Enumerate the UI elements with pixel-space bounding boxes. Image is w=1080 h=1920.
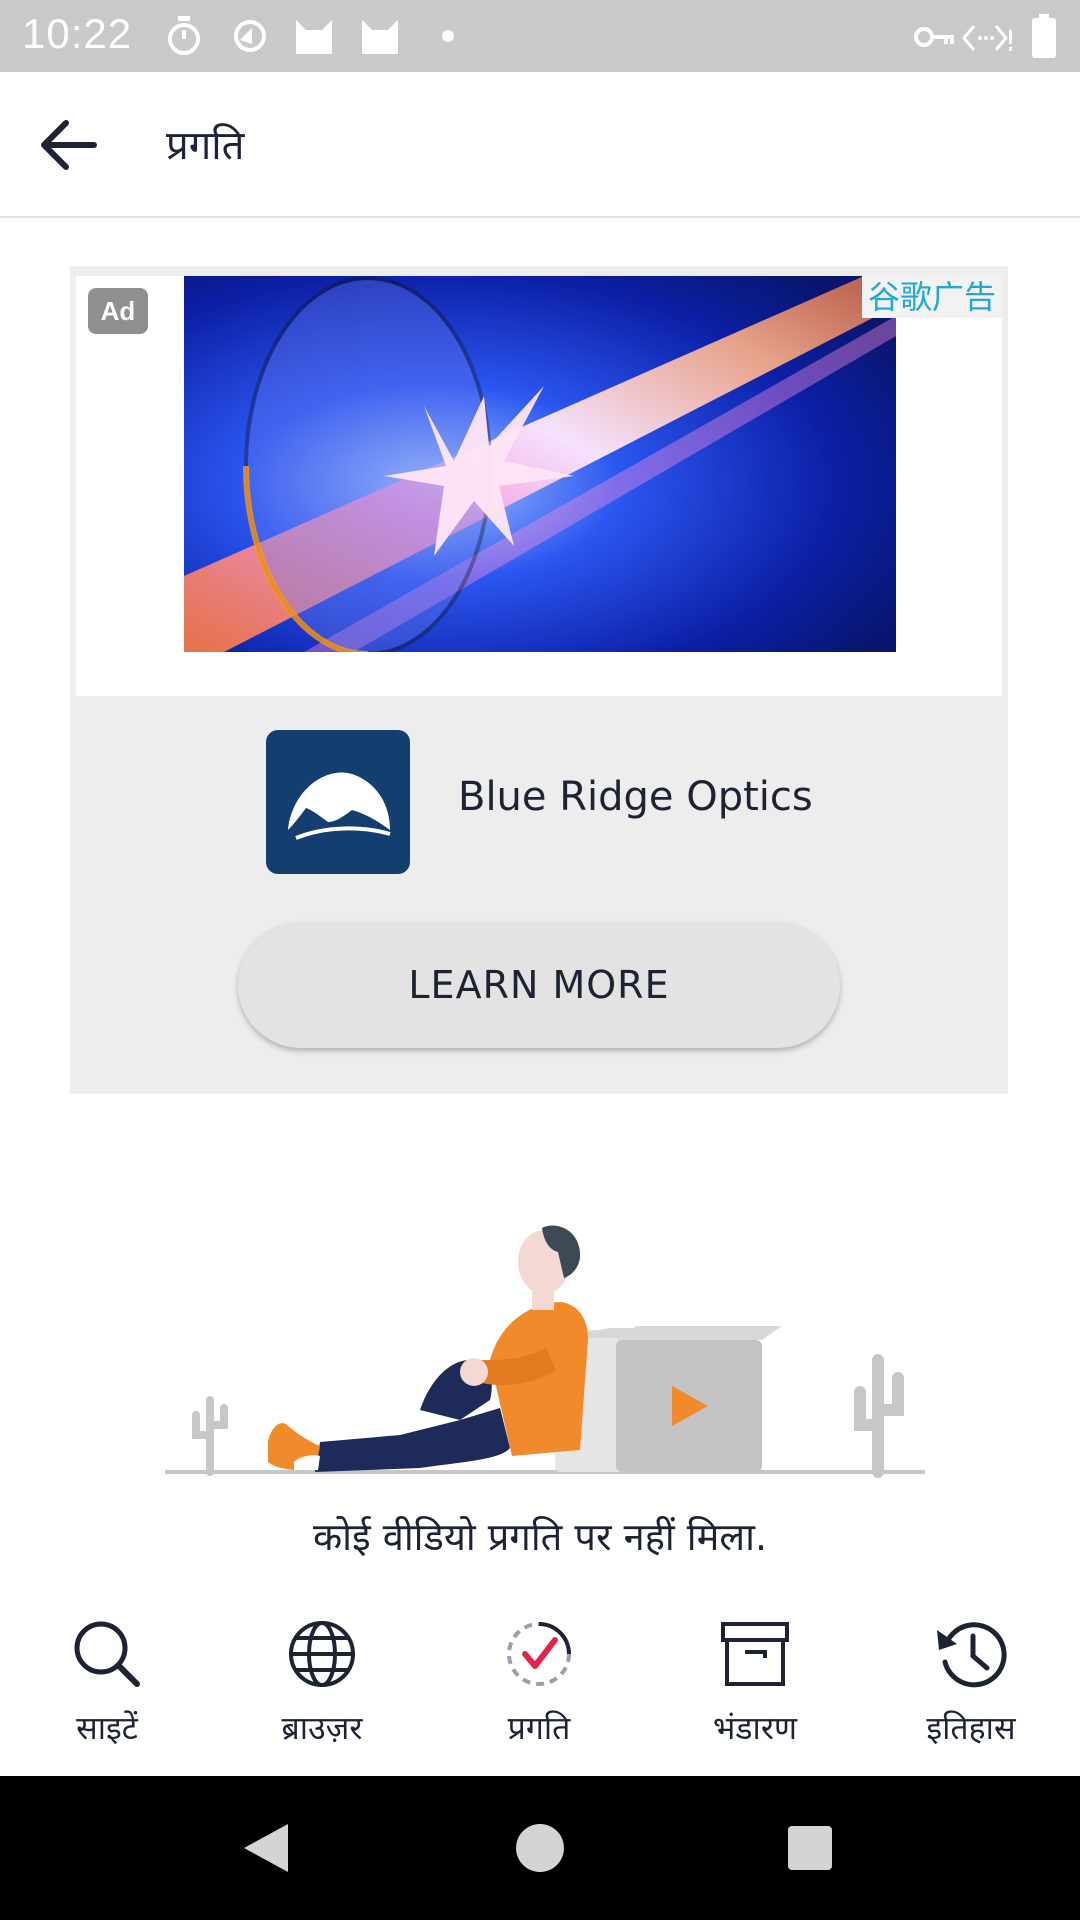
archive-icon: [721, 1622, 789, 1686]
progress-check-icon: [507, 1622, 571, 1686]
nav-label-storage: भंडारण: [712, 1709, 798, 1747]
nav-label-progress: प्रगति: [507, 1709, 571, 1747]
search-icon: [74, 1621, 140, 1687]
cat-icon: [296, 20, 332, 54]
system-nav-bar: [0, 1776, 1080, 1920]
status-time: 10:22: [22, 10, 133, 57]
nav-item-history[interactable]: इतिहास: [881, 1616, 1061, 1766]
nav-label-history: इतिहास: [926, 1709, 1016, 1747]
nav-label-browser: ब्राउज़र: [281, 1709, 363, 1747]
system-back-icon[interactable]: [234, 1816, 298, 1880]
empty-state-message: कोई वीडियो प्रगति पर नहीं मिला.: [312, 1515, 768, 1559]
cat-icon-2: [362, 20, 398, 54]
bottom-nav: साइटें ब्राउज़र प्रगति भंडारण इतिहास: [0, 1596, 1080, 1776]
ad-media[interactable]: Ad 谷歌广告: [76, 276, 1002, 696]
globe-icon: [289, 1621, 355, 1687]
nav-item-browser[interactable]: ब्राउज़र: [232, 1616, 412, 1766]
ad-image[interactable]: [184, 276, 896, 652]
system-recents-icon[interactable]: [778, 1816, 842, 1880]
ad-card[interactable]: Ad 谷歌广告 Blue Ridge Optics LEARN MORE: [70, 266, 1008, 1094]
battery-icon: [1032, 14, 1056, 58]
page-title: प्रगति: [166, 123, 245, 169]
data-transfer-icon: [962, 25, 1012, 51]
status-bar: 10:22: [0, 0, 1080, 72]
empty-state-illustration: [165, 1225, 925, 1478]
ad-provider-label[interactable]: 谷歌广告: [861, 276, 1002, 318]
brand-logo[interactable]: [266, 730, 410, 874]
system-home-icon[interactable]: [508, 1816, 572, 1880]
vpn-key-icon: [914, 27, 954, 47]
nav-label-sites: साइटें: [76, 1709, 138, 1747]
nav-item-progress[interactable]: प्रगति: [449, 1616, 629, 1766]
notification-dot-icon: [442, 30, 454, 42]
stopwatch-icon: [168, 16, 200, 55]
nav-item-sites[interactable]: साइटें: [17, 1616, 197, 1766]
sync-icon: [234, 20, 266, 52]
app-bar: प्रगति: [0, 72, 1080, 218]
history-icon: [937, 1622, 1007, 1688]
learn-more-button[interactable]: LEARN MORE: [238, 922, 840, 1048]
back-arrow-icon[interactable]: [30, 110, 110, 180]
ad-brand-name[interactable]: Blue Ridge Optics: [458, 774, 813, 820]
ad-badge: Ad: [88, 288, 148, 334]
nav-item-storage[interactable]: भंडारण: [665, 1616, 845, 1766]
